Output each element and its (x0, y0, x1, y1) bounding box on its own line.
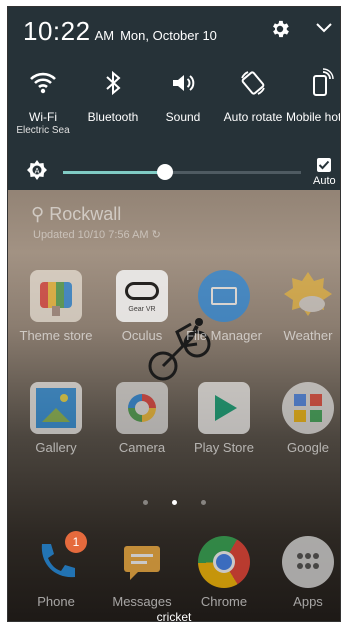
dock-chrome[interactable]: Chrome (182, 536, 266, 609)
app-label: Google (287, 440, 329, 455)
app-google-folder[interactable]: Google (266, 382, 341, 455)
app-play-store[interactable]: Play Store (182, 382, 266, 455)
gear-icon[interactable] (269, 18, 291, 40)
page-dot[interactable] (142, 500, 148, 505)
tile-mobile-hotspot[interactable]: Mobile hotspot (286, 68, 341, 124)
chrome-icon (198, 536, 250, 588)
mobile-hotspot-icon (313, 68, 334, 96)
oculus-icon: Gear VR (116, 270, 168, 322)
refresh-icon[interactable]: ↻ (152, 229, 161, 241)
auto-brightness-checkbox[interactable] (317, 158, 331, 172)
tile-label: Auto rotate (223, 110, 283, 124)
play-store-icon (198, 382, 250, 434)
carrier-label: cricket (156, 610, 192, 622)
app-label: Phone (37, 594, 75, 609)
app-label: Apps (293, 594, 323, 609)
app-file-manager[interactable]: File Manager (182, 270, 266, 343)
brightness-icon: A (27, 160, 47, 180)
app-label: Play Store (194, 440, 254, 455)
brightness-fill (63, 171, 166, 174)
theme-store-icon (30, 270, 82, 322)
app-label: Gallery (35, 440, 77, 455)
status-header: 10:22 AM Mon, October 10 (23, 16, 217, 46)
weather-updated-text: Updated 10/10 7:56 AM (33, 229, 149, 241)
sound-icon (173, 75, 195, 91)
app-label: Camera (118, 440, 166, 455)
dock-messages[interactable]: Messages (100, 536, 184, 609)
gallery-icon (30, 382, 82, 434)
app-label: Chrome (200, 594, 248, 609)
notification-shade: 10:22 AM Mon, October 10 Wi-Fi Electric … (7, 6, 341, 190)
chevron-down-icon[interactable] (315, 22, 333, 34)
weather-icon (282, 270, 334, 322)
app-label: Oculus (121, 328, 163, 343)
tile-sublabel: Electric Sea (16, 125, 70, 136)
google-folder-icon (282, 382, 334, 434)
bluetooth-icon (106, 70, 121, 96)
clock-ampm: AM (94, 28, 115, 43)
brightness-row: A Auto (7, 154, 341, 188)
page-indicator[interactable] (7, 492, 341, 510)
location-pin-icon: ⚲ (31, 204, 45, 224)
tile-label: Bluetooth (87, 110, 139, 124)
app-label: Theme store (19, 328, 93, 343)
app-oculus[interactable]: Gear VR Oculus (100, 270, 184, 343)
weather-widget-updated: Updated 10/10 7:56 AM ↻ (33, 228, 161, 241)
svg-text:A: A (34, 167, 40, 176)
check-icon (318, 160, 330, 170)
tile-label: Mobile hotspot (286, 110, 341, 124)
weather-widget-location[interactable]: ⚲ Rockwall (31, 204, 121, 225)
page-dot[interactable] (200, 500, 206, 505)
camera-icon (116, 382, 168, 434)
tile-wifi[interactable]: Wi-Fi Electric Sea (8, 68, 78, 137)
file-manager-icon (198, 270, 250, 322)
tile-label: Wi-Fi (29, 110, 57, 124)
dock-apps[interactable]: Apps (266, 536, 341, 609)
app-label: Weather (283, 328, 333, 343)
app-weather[interactable]: Weather (266, 270, 341, 343)
auto-rotate-icon (241, 71, 265, 95)
wifi-icon (30, 72, 56, 94)
tile-bluetooth[interactable]: Bluetooth (78, 68, 148, 124)
clock[interactable]: 10:22 (23, 16, 91, 47)
oculus-icon-text: Gear VR (128, 306, 156, 313)
tile-auto-rotate[interactable]: Auto rotate (218, 68, 288, 124)
tile-sound[interactable]: Sound (148, 68, 218, 124)
phone-screen: 10:22 AM Mon, October 10 Wi-Fi Electric … (7, 6, 341, 622)
brightness-slider[interactable] (63, 164, 301, 180)
app-label: Messages (112, 594, 172, 609)
tile-label: Sound (165, 110, 201, 124)
app-drawer-icon (282, 536, 334, 588)
weather-location: Rockwall (49, 204, 122, 224)
app-theme-store[interactable]: Theme store (14, 270, 98, 343)
brightness-handle[interactable] (157, 164, 174, 180)
app-gallery[interactable]: Gallery (14, 382, 98, 455)
date[interactable]: Mon, October 10 (120, 28, 217, 43)
auto-brightness-label: Auto (313, 175, 336, 187)
app-label: File Manager (186, 328, 262, 343)
app-camera[interactable]: Camera (100, 382, 184, 455)
messages-icon (116, 536, 168, 588)
quick-settings-tiles: Wi-Fi Electric Sea Bluetooth Sound Auto … (7, 68, 341, 148)
missed-call-badge: 1 (65, 531, 87, 553)
page-dot-current[interactable] (171, 500, 177, 505)
